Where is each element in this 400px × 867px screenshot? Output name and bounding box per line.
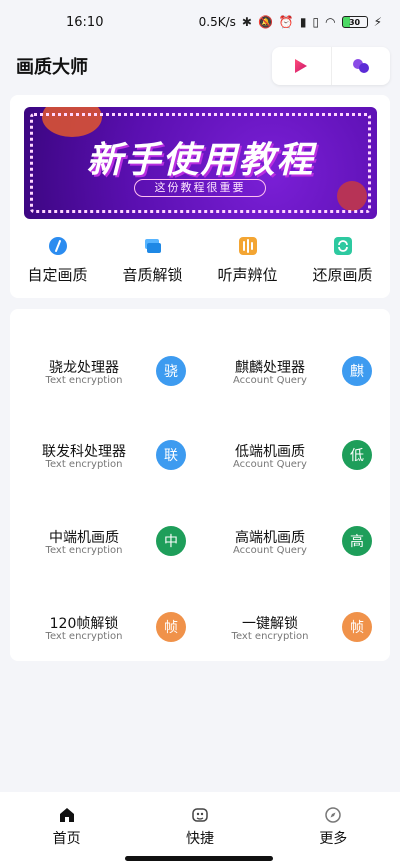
grid-item-subtitle: Text encryption <box>45 631 123 642</box>
home-indicator <box>125 856 273 861</box>
grid-item-title: 低端机画质 <box>235 444 305 460</box>
grid-item-title: 联发科处理器 <box>42 444 126 460</box>
grid-item-subtitle: Text encryption <box>45 375 123 386</box>
app-header: 画质大师 <box>0 44 400 88</box>
pen-icon <box>47 235 69 256</box>
signal-icon: ▮ <box>299 15 307 29</box>
grid-item-subtitle: Account Query <box>233 545 307 556</box>
wifi-icon: ◠ <box>325 15 336 29</box>
grid-item-subtitle: Text encryption <box>231 631 309 642</box>
quick-action-label: 听声辨位 <box>217 266 278 284</box>
quick-actions: 自定画质 音质解锁 听声辨位 还原画质 <box>10 235 390 285</box>
quick-action-restore-quality[interactable]: 还原画质 <box>295 235 390 285</box>
grid-item-title: 骁龙处理器 <box>49 360 119 376</box>
processor-grid: 骁龙处理器 Text encryption 骁 麒麟处理器 Account Qu… <box>10 309 390 661</box>
grid-item-one-click-unlock[interactable]: 一键解锁 Text encryption 帧 <box>210 579 400 665</box>
grid-item-badge: 麒 <box>342 356 372 386</box>
layers-icon <box>142 235 164 256</box>
status-time: 16:10 <box>66 14 104 30</box>
grid-item-title: 高端机画质 <box>235 530 305 546</box>
quick-action-label: 音质解锁 <box>122 266 183 284</box>
home-icon <box>58 806 76 824</box>
play-icon <box>295 59 308 73</box>
quick-action-label: 还原画质 <box>312 266 373 284</box>
nav-label: 首页 <box>52 831 81 847</box>
grid-item-subtitle: Account Query <box>233 375 307 386</box>
grid-item-snapdragon[interactable]: 骁龙处理器 Text encryption 骁 <box>24 323 214 409</box>
grid-item-badge: 高 <box>342 526 372 556</box>
grid-item-badge: 中 <box>156 526 186 556</box>
signal-weak-icon: ▯ <box>312 15 320 29</box>
grid-item-kirin[interactable]: 麒麟处理器 Account Query 麒 <box>210 323 400 409</box>
refresh-icon <box>332 235 354 256</box>
header-capsule <box>272 47 390 85</box>
gamepad-icon <box>191 806 209 824</box>
banner-title: 新手使用教程 <box>86 140 315 181</box>
play-button[interactable] <box>272 47 331 85</box>
mini-program-button[interactable] <box>330 47 391 85</box>
nav-label: 快捷 <box>185 831 214 847</box>
app-title: 画质大师 <box>16 57 88 78</box>
quick-action-sound-locate[interactable]: 听声辨位 <box>200 235 295 285</box>
grid-item-subtitle: Text encryption <box>45 545 123 556</box>
mute-icon: 🔕 <box>257 15 273 29</box>
nav-item-home[interactable]: 首页 <box>0 792 133 867</box>
banner-subtitle: 这份教程很重要 <box>134 179 266 197</box>
grid-item-title: 一键解锁 <box>242 616 298 632</box>
battery-level: 30 <box>348 17 361 27</box>
grid-item-badge: 帧 <box>156 612 186 642</box>
charging-icon: ⚡ <box>373 15 382 29</box>
grid-item-120fps[interactable]: 120帧解锁 Text encryption 帧 <box>24 579 214 665</box>
grid-item-badge: 低 <box>342 440 372 470</box>
alarm-icon: ⏰ <box>278 15 294 29</box>
nav-item-more[interactable]: 更多 <box>267 792 400 867</box>
grid-item-low-end[interactable]: 低端机画质 Account Query 低 <box>210 407 400 493</box>
nav-label: 更多 <box>319 831 348 847</box>
grid-item-badge: 帧 <box>342 612 372 642</box>
audio-icon <box>237 235 259 256</box>
grid-item-title: 中端机画质 <box>49 530 119 546</box>
grid-item-title: 麒麟处理器 <box>235 360 305 376</box>
grid-item-subtitle: Text encryption <box>45 459 123 470</box>
quick-action-custom-quality[interactable]: 自定画质 <box>10 235 105 285</box>
bluetooth-icon: ✱ <box>241 15 252 29</box>
grid-item-badge: 骁 <box>156 356 186 386</box>
grid-item-high-end[interactable]: 高端机画质 Account Query 高 <box>210 493 400 579</box>
grid-item-title: 120帧解锁 <box>49 616 119 632</box>
grid-item-mid-end[interactable]: 中端机画质 Text encryption 中 <box>24 493 214 579</box>
compass-icon <box>324 806 342 824</box>
quick-action-label: 自定画质 <box>27 266 88 284</box>
status-bar: 16:10 0.5K/s ✱ 🔕 ⏰ ▮ ▯ ◠ 30 ⚡ <box>0 0 400 44</box>
feature-card: 新手使用教程 这份教程很重要 自定画质 音质解锁 听声辨位 还原画质 <box>10 95 390 298</box>
grid-item-badge: 联 <box>156 440 186 470</box>
grid-item-subtitle: Account Query <box>233 459 307 470</box>
quick-action-audio-unlock[interactable]: 音质解锁 <box>105 235 200 285</box>
battery-icon: 30 <box>341 16 368 28</box>
status-icons: 0.5K/s ✱ 🔕 ⏰ ▮ ▯ ◠ 30 ⚡ <box>199 15 382 29</box>
dots-icon <box>352 59 369 73</box>
network-speed: 0.5K/s <box>198 15 236 29</box>
tutorial-banner[interactable]: 新手使用教程 这份教程很重要 <box>24 107 377 219</box>
grid-item-mediatek[interactable]: 联发科处理器 Text encryption 联 <box>24 407 214 493</box>
